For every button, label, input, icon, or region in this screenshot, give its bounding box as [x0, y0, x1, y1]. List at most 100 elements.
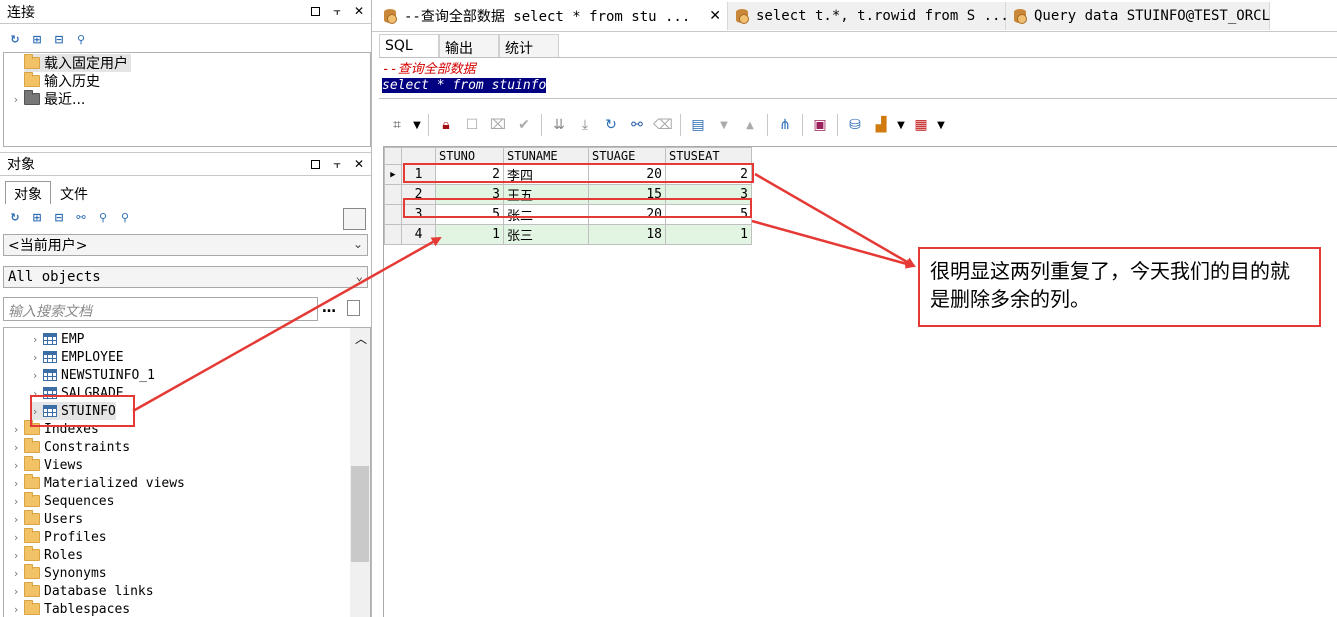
table-grid-icon[interactable]: ▦ — [908, 112, 934, 138]
link-icon[interactable]: ⚲ — [118, 210, 132, 224]
close-icon[interactable]: ✕ — [352, 156, 366, 172]
cell-stuno[interactable]: 1 — [435, 224, 504, 245]
grid-settings-icon[interactable]: ⌗ — [384, 112, 410, 138]
column-header[interactable]: STUAGE — [588, 147, 666, 165]
find-icon[interactable]: ⚯ — [624, 112, 650, 138]
close-icon[interactable]: ✕ — [352, 3, 366, 19]
cell-stuseat[interactable]: 1 — [665, 224, 752, 245]
chevron-right-icon[interactable]: › — [31, 333, 39, 346]
chevron-right-icon[interactable]: › — [12, 459, 20, 472]
sql-editor[interactable]: --查询全部数据 select * from stuinfo — [379, 57, 1337, 99]
tree-item-folder[interactable]: › Profiles — [12, 528, 107, 546]
tab-statistics[interactable]: 统计 — [499, 34, 559, 58]
tree-item-recent[interactable]: › 最近... — [12, 90, 85, 108]
tree-item-folder[interactable]: › Synonyms — [12, 564, 107, 582]
sql-comment: --查询全部数据 — [382, 62, 476, 77]
search-input[interactable]: 输入搜索文档 — [3, 297, 318, 321]
tree-item-folder[interactable]: › Constraints — [12, 438, 130, 456]
chevron-right-icon[interactable]: › — [12, 585, 20, 598]
user-combo[interactable]: <当前用户> ⌄ — [3, 234, 368, 256]
expand-all-icon[interactable]: ⊞ — [30, 210, 44, 224]
chevron-right-icon[interactable]: › — [12, 549, 20, 562]
tree-item-folder[interactable]: › Users — [12, 510, 83, 528]
table-row[interactable]: 4 1 张三 18 1 — [384, 224, 752, 245]
tree-item-folder[interactable]: › Materialized views — [12, 474, 185, 492]
splitter[interactable] — [371, 0, 372, 617]
tree-item-folder[interactable]: › Roles — [12, 546, 83, 564]
collapse-all-icon[interactable]: ⊟ — [52, 210, 66, 224]
chevron-down-icon[interactable]: ▼ — [934, 112, 948, 138]
new-document-icon[interactable] — [347, 300, 360, 316]
expand-all-icon[interactable]: ⊞ — [30, 32, 44, 46]
chevron-right-icon[interactable]: › — [12, 441, 20, 454]
chevron-right-icon[interactable]: › — [12, 513, 20, 526]
object-panel-header: 对象 ⫟ ✕ — [0, 152, 372, 176]
refresh-icon[interactable]: ↻ — [598, 112, 624, 138]
close-tab-icon[interactable]: ✕ — [709, 8, 721, 24]
results-grid: STUNO STUNAME STUAGE STUSEAT ▶ 1 2 李四 20… — [384, 147, 752, 245]
lock-icon[interactable]: 🔒︎ — [433, 112, 459, 138]
tree-item-folder[interactable]: › Views — [12, 456, 83, 474]
color-button[interactable] — [343, 208, 366, 230]
chevron-up-icon[interactable]: ︿ — [355, 330, 367, 347]
tree-item-table[interactable]: › NEWSTUINFO_1 — [31, 366, 155, 384]
query-by-example-icon[interactable]: ⋔ — [772, 112, 798, 138]
refresh-icon[interactable]: ↻ — [8, 32, 22, 46]
tree-item-folder[interactable]: › Database links — [12, 582, 154, 600]
chevron-right-icon[interactable]: › — [12, 477, 20, 490]
chevron-down-icon[interactable]: ▼ — [410, 112, 424, 138]
find-icon[interactable]: ⚯ — [74, 210, 88, 224]
maximize-button[interactable] — [308, 156, 322, 172]
clear-icon[interactable]: ⌫ — [650, 112, 676, 138]
next-page-icon[interactable]: ⇊ — [546, 112, 572, 138]
chevron-right-icon[interactable]: › — [12, 567, 20, 580]
previous-record-icon[interactable]: ▼ — [711, 112, 737, 138]
export-icon[interactable]: ⛁ — [842, 112, 868, 138]
tree-item-folder[interactable]: › Sequences — [12, 492, 114, 510]
chevron-right-icon[interactable]: › — [31, 351, 39, 364]
tab-output[interactable]: 输出 — [439, 34, 499, 58]
maximize-button[interactable] — [308, 3, 322, 19]
connect-icon[interactable]: ⚲ — [74, 32, 88, 46]
more-button[interactable]: … — [322, 300, 336, 316]
tree-item-table[interactable]: › EMPLOYEE — [31, 348, 124, 366]
chevron-right-icon[interactable]: › — [12, 603, 20, 616]
chevron-right-icon[interactable]: › — [12, 495, 20, 508]
tab-files[interactable]: 文件 — [51, 181, 97, 204]
tab-sql[interactable]: SQL — [379, 34, 439, 58]
pin-icon[interactable]: ⫟ — [330, 156, 344, 172]
cell-stuname[interactable]: 张三 — [503, 224, 589, 245]
chevron-right-icon[interactable]: › — [12, 423, 20, 436]
tree-item-folder[interactable]: › Tablespaces — [12, 600, 130, 617]
save-icon[interactable]: ▣ — [807, 112, 833, 138]
tree-item-table[interactable]: › EMP — [31, 330, 85, 348]
refresh-icon[interactable]: ↻ — [8, 210, 22, 224]
next-record-icon[interactable]: ▲ — [737, 112, 763, 138]
chevron-right-icon[interactable]: › — [12, 531, 20, 544]
collapse-all-icon[interactable]: ⊟ — [52, 32, 66, 46]
tab-query-data[interactable]: Query data STUINFO@TEST_ORCL — [1006, 2, 1270, 30]
last-page-icon[interactable]: ⤓ — [572, 112, 598, 138]
chevron-down-icon[interactable]: ▼ — [894, 112, 908, 138]
column-header[interactable]: STUSEAT — [665, 147, 752, 165]
connect-icon[interactable]: ⚲ — [96, 210, 110, 224]
delete-record-icon[interactable]: ⌧ — [485, 112, 511, 138]
tree-item-fixed-users[interactable]: 载入固定用户 — [24, 54, 131, 72]
tree-scrollbar[interactable]: ︿ — [350, 328, 370, 617]
tab-select-rowid[interactable]: select t.*, t.rowid from S ... — [728, 2, 1009, 30]
tab-query-all[interactable]: --查询全部数据 select * from stu ... ✕ — [376, 2, 728, 30]
single-record-icon[interactable]: ▤ — [685, 112, 711, 138]
tree-item-history[interactable]: 输入历史 — [24, 72, 100, 90]
scroll-thumb[interactable] — [351, 466, 369, 562]
chevron-right-icon[interactable]: › — [12, 93, 20, 106]
cell-stuage[interactable]: 18 — [588, 224, 666, 245]
column-header[interactable]: STUNO — [435, 147, 504, 165]
object-type-combo[interactable]: All objects ⌄ — [3, 266, 368, 288]
tab-objects[interactable]: 对象 — [5, 181, 51, 204]
post-changes-icon[interactable]: ✔ — [511, 112, 537, 138]
insert-record-icon[interactable]: ☐ — [459, 112, 485, 138]
chart-icon[interactable]: ▟ — [868, 112, 894, 138]
pin-icon[interactable]: ⫟ — [330, 3, 344, 19]
chevron-right-icon[interactable]: › — [31, 369, 39, 382]
column-header[interactable]: STUNAME — [503, 147, 589, 165]
